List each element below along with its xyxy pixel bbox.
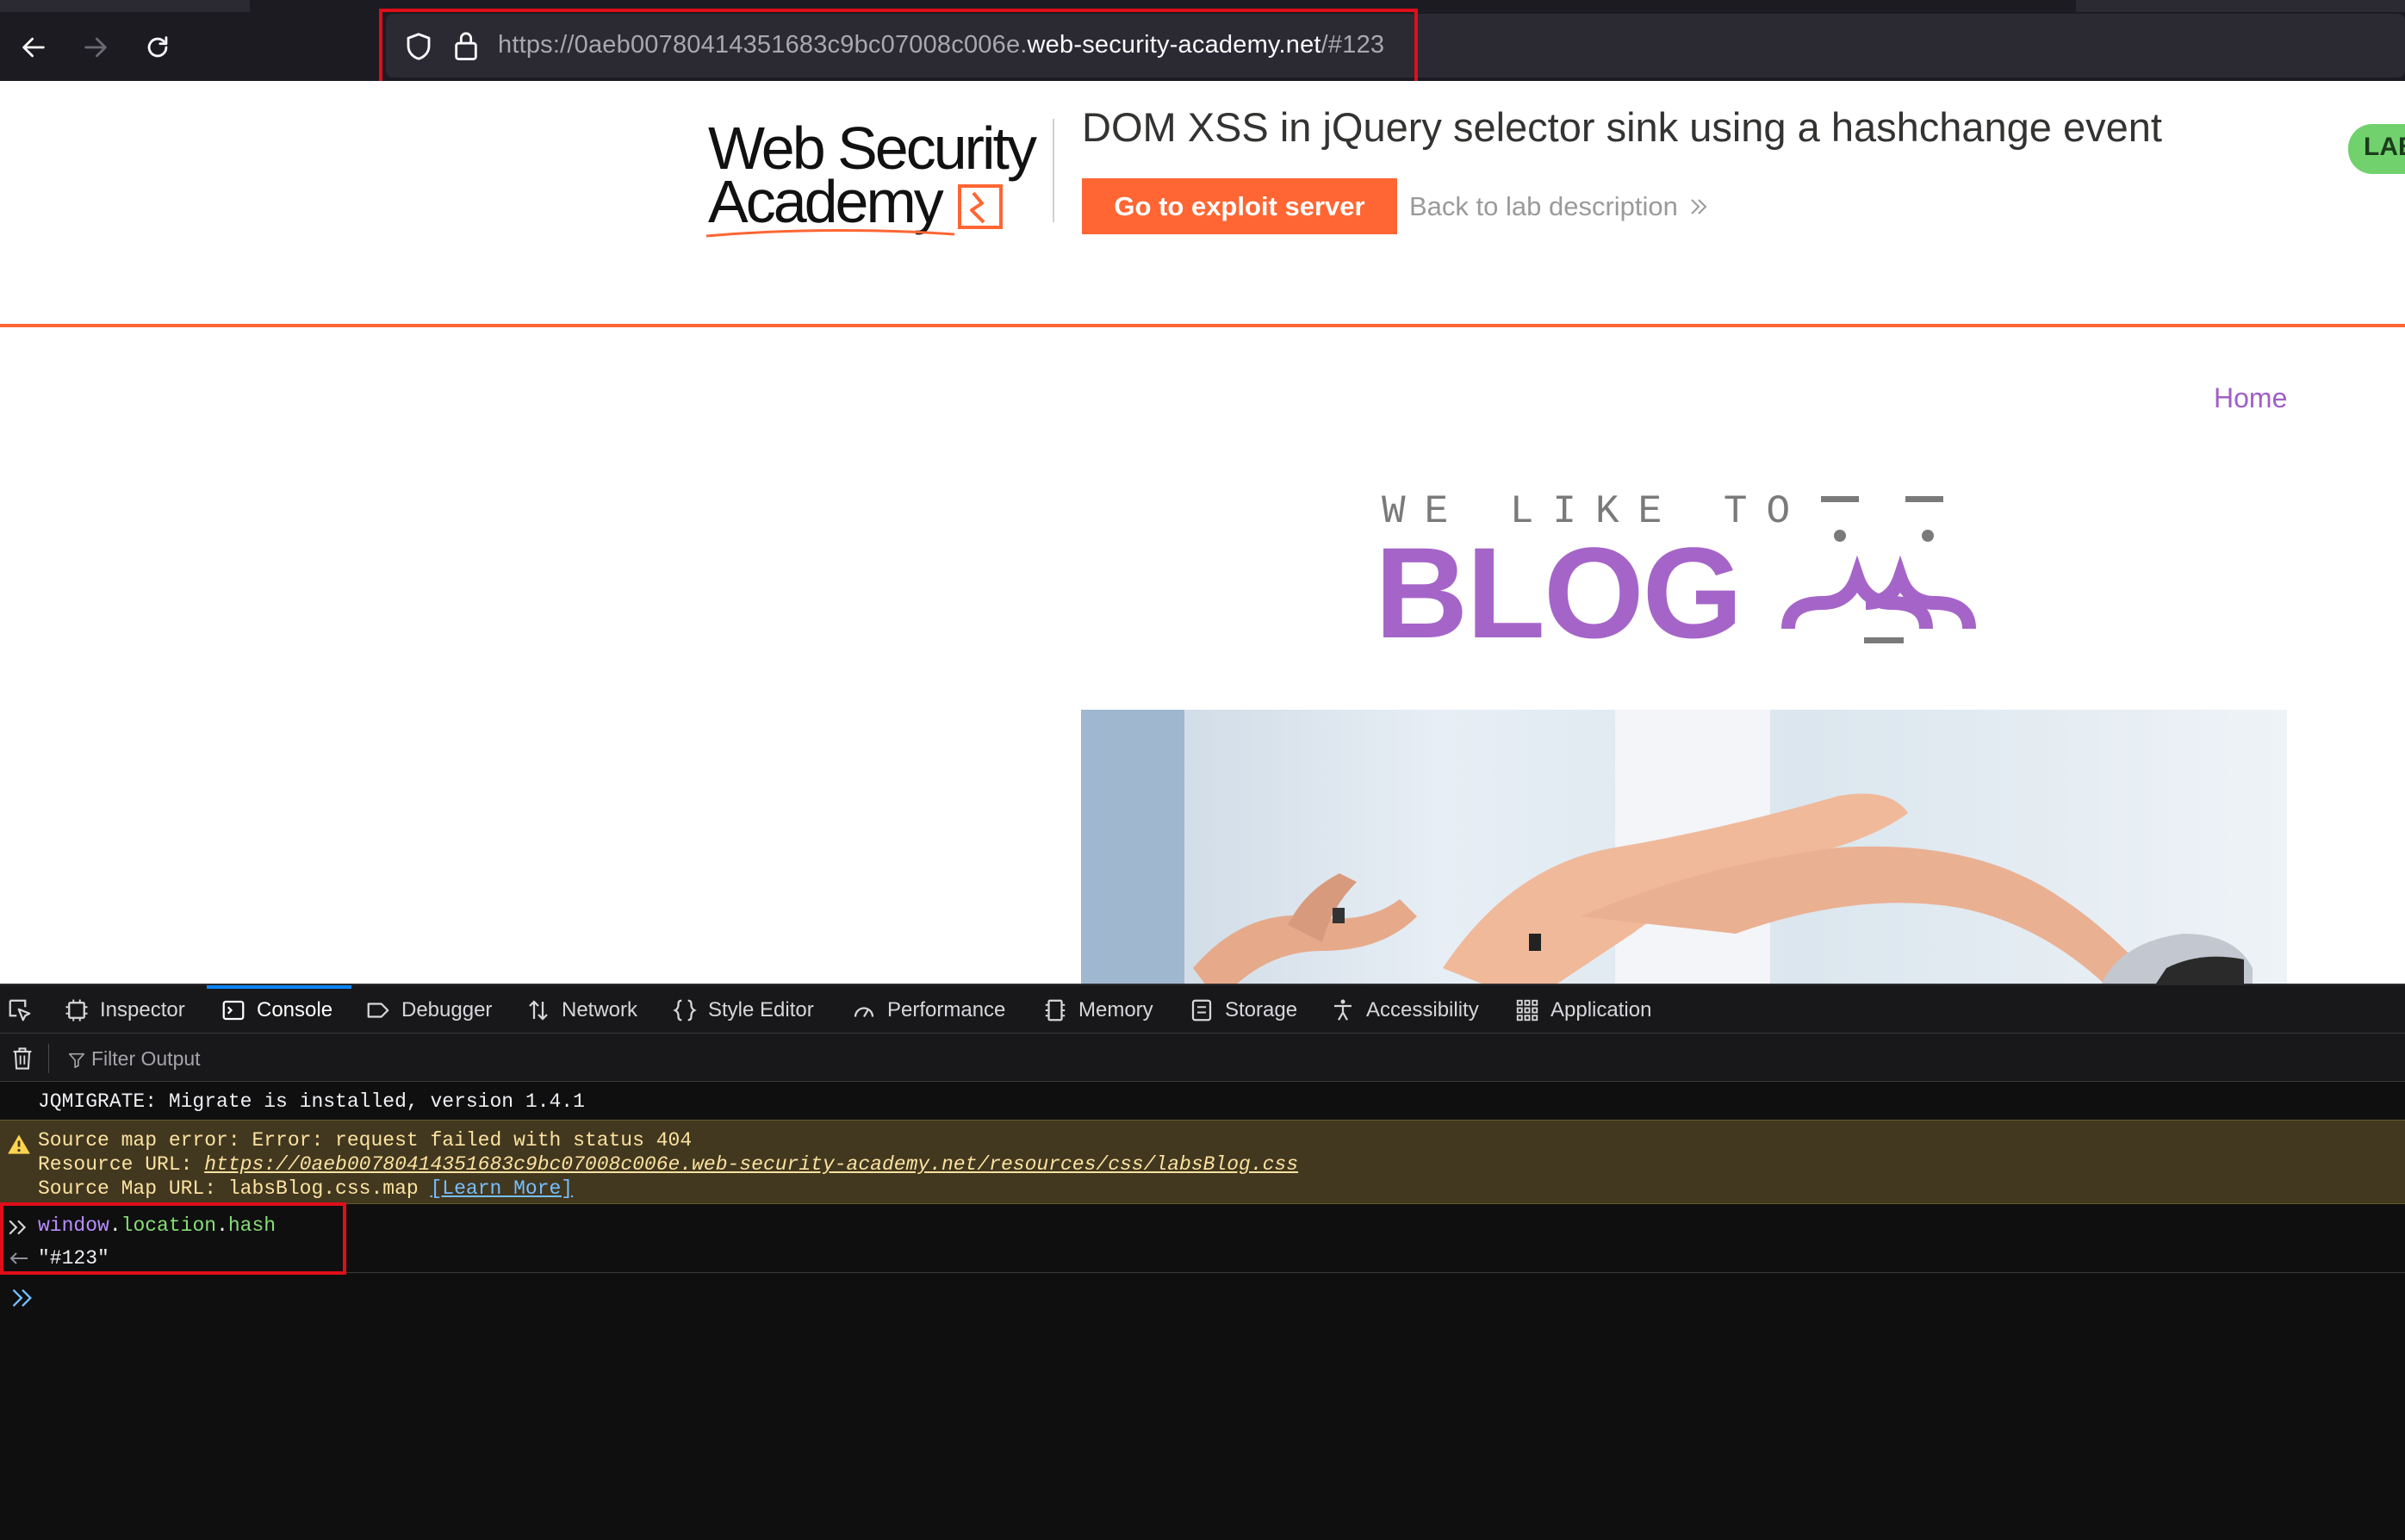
element-picker-button[interactable] [7,985,33,1035]
console-log-message: JQMIGRATE: Migrate is installed, version… [38,1090,585,1113]
dancers-photo [1081,710,2253,984]
style-editor-icon [673,999,697,1021]
page-content: Web Security Academy DOM XSS in jQuery s… [0,81,2405,984]
tab-style-editor[interactable]: Style Editor [672,985,814,1035]
resource-url-link[interactable]: https://0aeb00780414351683c9bc07008c006e… [204,1153,1298,1176]
blog-hero-image[interactable] [1081,710,2287,984]
back-link-label: Back to lab description [1409,191,1678,221]
tab-inspector-label: Inspector [100,998,185,1021]
tab-performance[interactable]: Performance [851,985,1005,1035]
blog-logo-main-text: BLOG [1375,520,1741,665]
url-highlight-annotation [379,9,1418,84]
warning-icon [8,1134,30,1154]
devtools-panel: Inspector Console Debugger Network Style… [0,984,2405,1540]
filter-separator [48,1044,49,1073]
tab-debugger-label: Debugger [401,998,493,1021]
tab-console[interactable]: Console [221,985,332,1035]
console-prompt-icon[interactable] [10,1287,34,1309]
tab-debugger[interactable]: Debugger [365,985,492,1035]
forward-button[interactable] [74,26,117,69]
console-warning-message: Source map error: Error: request failed … [0,1120,2405,1204]
tab-application[interactable]: Application [1514,985,1651,1035]
tab-memory-label: Memory [1078,998,1153,1021]
tab-accessibility[interactable]: Accessibility [1330,985,1479,1035]
tab-application-label: Application [1551,998,1652,1021]
debugger-icon [367,1003,389,1018]
tab-accessibility-label: Accessibility [1366,998,1479,1021]
filter-output-input[interactable] [91,1045,608,1072]
network-icon [529,1000,548,1021]
tab-performance-label: Performance [887,998,1006,1021]
learn-more-link[interactable]: [Learn More] [430,1177,573,1200]
back-arrow-icon [22,37,45,58]
back-button[interactable] [12,26,55,69]
console-command-entry: window.location.hash "#123" [0,1204,2405,1273]
inspector-icon [65,999,88,1021]
warning-line-3: Source Map URL: labsBlog.css.map [Learn … [38,1177,573,1200]
source-map-url-label: Source Map URL: labsBlog.css.map [38,1177,431,1200]
home-link[interactable]: Home [2214,382,2287,414]
go-to-exploit-server-button[interactable]: Go to exploit server [1082,178,1397,234]
lab-status-badge: LAB [2348,124,2405,174]
filter-icon [68,1053,85,1069]
reload-icon [147,36,168,58]
console-icon [222,1000,245,1021]
warning-line-1: Source map error: Error: request failed … [38,1129,693,1152]
tab-storage-label: Storage [1225,998,1298,1021]
application-icon [1516,999,1538,1021]
web-security-academy-logo[interactable]: Web Security Academy [705,115,1051,241]
resource-url-label: Resource URL: [38,1153,205,1176]
performance-icon [854,1007,874,1018]
blog-logo: WE LIKE TO BLOG [1375,489,1976,665]
tab-storage[interactable]: Storage [1189,985,1297,1035]
devtools-toolbar: Inspector Console Debugger Network Style… [0,984,2405,1034]
tab-console-label: Console [257,998,333,1021]
browser-toolbar: https://0aeb00780414351683c9bc07008c006e… [0,0,2405,84]
tab-style-editor-label: Style Editor [708,998,814,1021]
storage-icon [1191,999,1212,1021]
double-chevron-right-icon [1691,199,1707,214]
back-to-lab-description-link[interactable]: Back to lab description [1409,191,1709,222]
console-filter-bar [0,1034,2405,1082]
logo-line2: Academy [708,168,944,235]
header-divider [1053,119,1054,222]
reload-button[interactable] [136,26,179,69]
lab-title: DOM XSS in jQuery selector sink using a … [1082,104,2162,150]
tab-inspector[interactable]: Inspector [64,985,185,1035]
tab-network[interactable]: Network [525,985,637,1035]
element-picker-icon [9,999,31,1021]
command-highlight-annotation [0,1202,346,1275]
warning-line-2: Resource URL: https://0aeb00780414351683… [38,1153,1298,1176]
memory-icon [1045,999,1066,1021]
trash-icon[interactable] [10,1046,34,1071]
tab-network-label: Network [562,998,638,1021]
header-rule [0,324,2405,327]
forward-arrow-icon [84,37,107,58]
accessibility-icon [1334,999,1352,1021]
tab-memory[interactable]: Memory [1042,985,1153,1035]
